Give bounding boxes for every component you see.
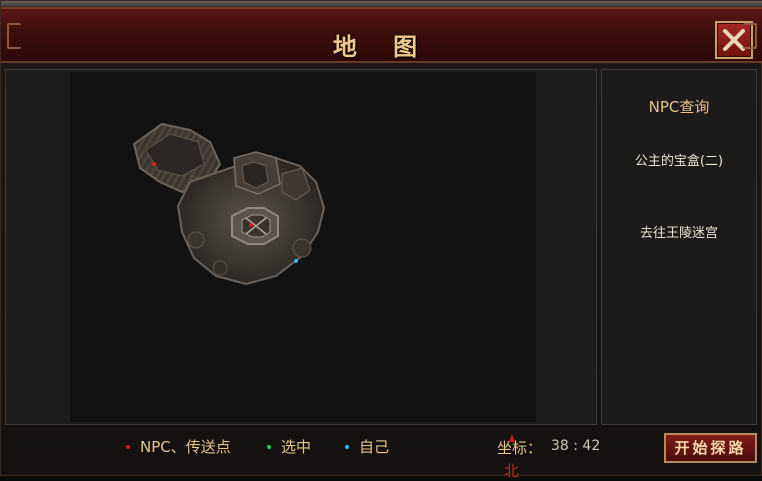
npc-marker[interactable] xyxy=(152,162,156,166)
start-pathfinding-button[interactable]: 开始探路 xyxy=(664,433,757,463)
window-title: 地 图 xyxy=(332,32,432,61)
legend-self-label: 自己 xyxy=(359,438,390,456)
npc-query-panel: NPC查询 公主的宝盒(二) 去往王陵迷宫 xyxy=(601,69,757,425)
npc-query-title: NPC查询 xyxy=(648,98,710,116)
map-canvas[interactable] xyxy=(70,72,536,422)
green-dot-icon xyxy=(267,444,271,449)
npc-marker[interactable] xyxy=(249,223,253,227)
legend-self: 自己 xyxy=(345,436,389,457)
title-bar: 地 图 xyxy=(1,7,762,63)
legend-selected-label: 选中 xyxy=(281,438,312,456)
blue-dot-icon xyxy=(345,444,349,449)
npc-list-item[interactable]: 公主的宝盒(二) xyxy=(602,150,756,169)
red-dot-icon xyxy=(126,444,130,449)
map-panel: 北 xyxy=(5,69,597,480)
legend-npc-label: NPC、传送点 xyxy=(140,438,231,456)
coordinate-value: 38 : 42 xyxy=(551,438,601,454)
npc-list-item[interactable]: 去往王陵迷宫 xyxy=(602,222,756,241)
close-x-icon xyxy=(723,29,745,51)
legend-selected: 选中 xyxy=(267,436,311,457)
bottom-bar: NPC、传送点 选中 自己 坐标： 38 : 42 开始探路 xyxy=(1,429,762,477)
map-window: 地 图 北 NPC查询 公主的宝盒(二) 去往王陵迷宫 NPC、传送点 选中 自… xyxy=(0,0,762,480)
self-marker xyxy=(294,259,298,263)
minimap-terrain xyxy=(132,122,326,286)
coordinate-label: 坐标： xyxy=(497,439,543,457)
legend-npc: NPC、传送点 xyxy=(126,436,231,457)
close-button[interactable] xyxy=(715,21,753,59)
